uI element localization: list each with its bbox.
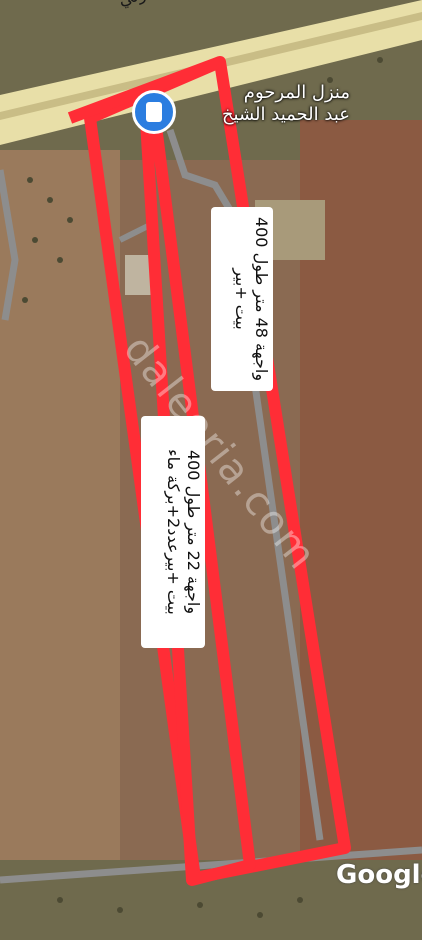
plot-west-label-line2: بيت +بيرعدد2+بركة ماء <box>164 449 183 615</box>
google-logo: Google <box>336 860 422 890</box>
field-west <box>0 150 120 940</box>
place-name-line1: منزل المرحوم <box>243 82 350 103</box>
location-pin-icon[interactable] <box>132 90 176 134</box>
place-name-line2: عبد الحميد الشيخ <box>221 104 350 125</box>
plot-east-label: واجهة 48 متر طول 400 بيت +بير <box>211 207 273 391</box>
plot-east-label-line2: بيت +بير <box>232 268 251 330</box>
place-name[interactable]: منزل المرحوم عبد الحميد الشيخ <box>180 82 350 126</box>
plot-east-label-line1: واجهة 48 متر طول 400 <box>252 216 271 382</box>
